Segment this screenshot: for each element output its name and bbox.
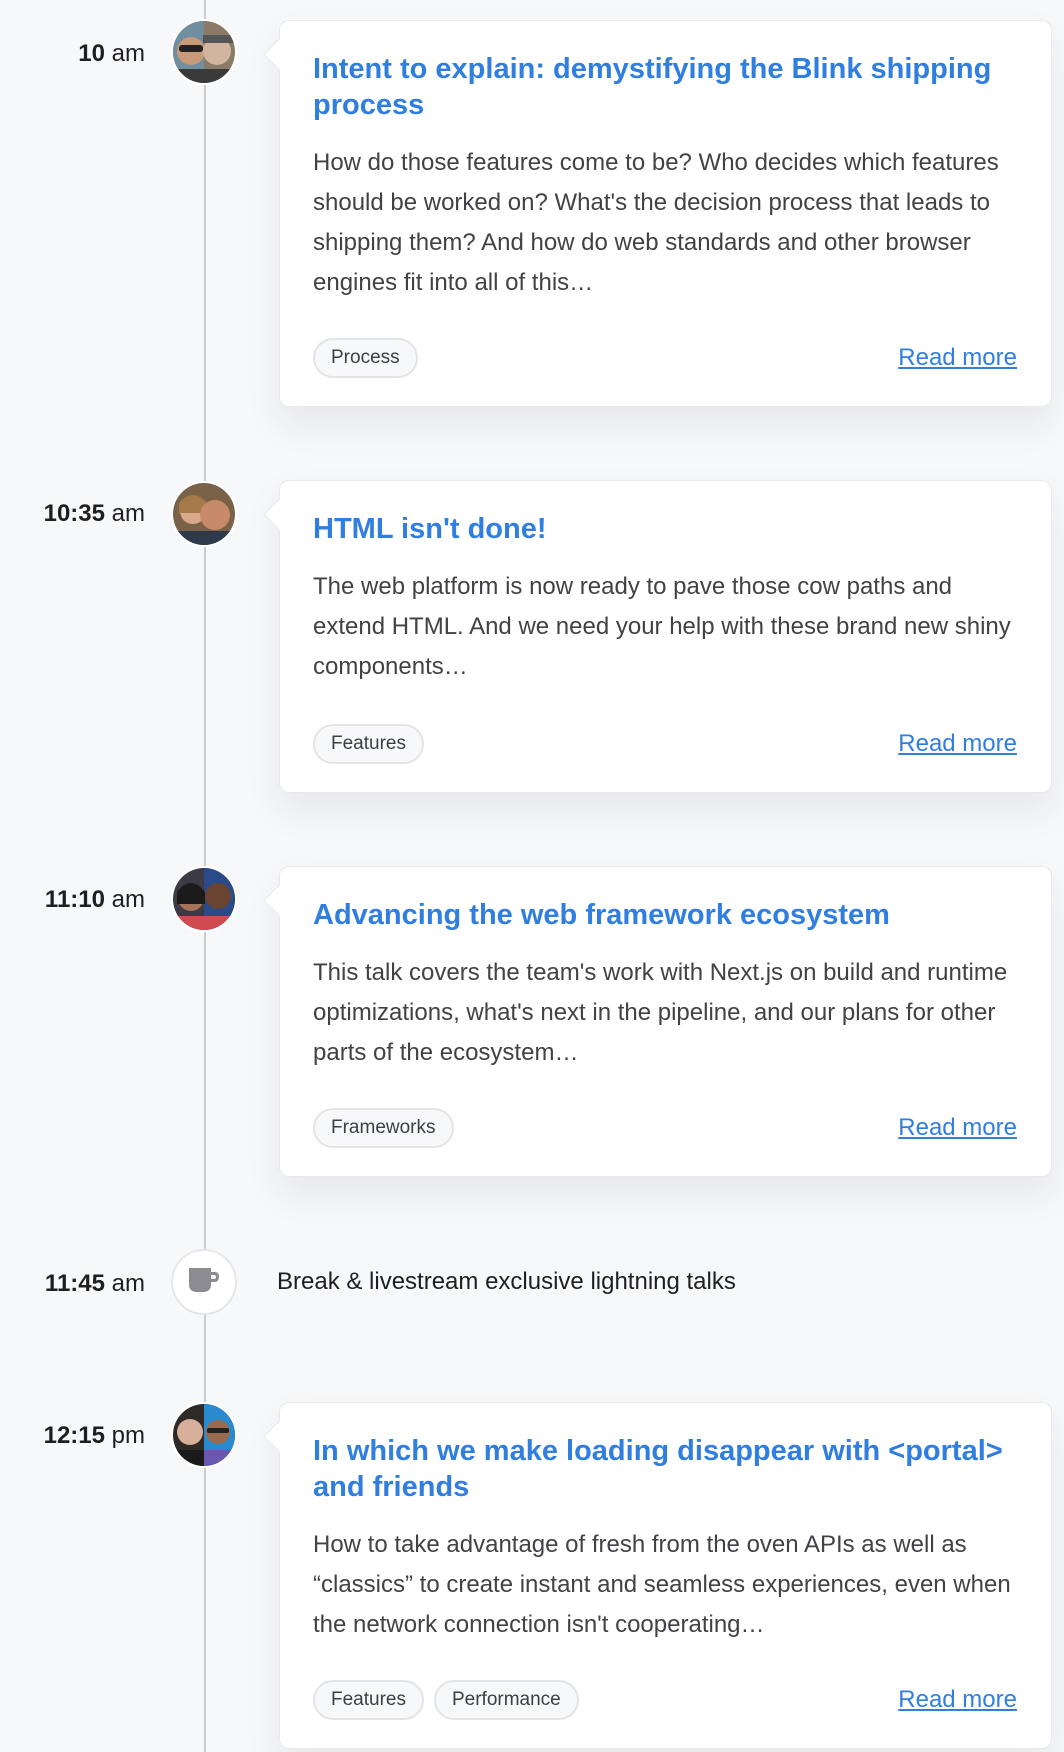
tag[interactable]: Frameworks bbox=[313, 1108, 454, 1148]
break-time: 11:45 am bbox=[44, 1270, 145, 1297]
session-title[interactable]: Intent to explain: demystifying the Blin… bbox=[313, 51, 1017, 123]
session-time: 10:35 am bbox=[43, 500, 145, 527]
session-card: Intent to explain: demystifying the Blin… bbox=[279, 20, 1052, 407]
break-icon-badge bbox=[171, 1249, 237, 1315]
tag[interactable]: Process bbox=[313, 338, 418, 378]
card-footer: Features Read more bbox=[313, 724, 1017, 764]
tag[interactable]: Features bbox=[313, 1680, 424, 1720]
tag-list: Process bbox=[313, 338, 418, 378]
read-more-link[interactable]: Read more bbox=[898, 344, 1017, 372]
tag-list: Frameworks bbox=[313, 1108, 454, 1148]
tag-list: Features Performance bbox=[313, 1680, 579, 1720]
session-description: How do those features come to be? Who de… bbox=[313, 149, 999, 296]
session-title[interactable]: HTML isn't done! bbox=[313, 511, 1017, 547]
speaker-avatar bbox=[171, 19, 237, 85]
session-title[interactable]: Advancing the web framework ecosystem bbox=[313, 897, 1017, 933]
session-card: In which we make loading disappear with … bbox=[279, 1402, 1052, 1749]
speaker-avatar bbox=[171, 866, 237, 932]
session-description: The web platform is now ready to pave th… bbox=[313, 573, 1011, 680]
session-time: 12:15 pm bbox=[43, 1422, 145, 1449]
session-title[interactable]: In which we make loading disappear with … bbox=[313, 1433, 1017, 1505]
read-more-link[interactable]: Read more bbox=[898, 730, 1017, 758]
session-card: Advancing the web framework ecosystem Th… bbox=[279, 866, 1052, 1177]
session-time: 10 am bbox=[78, 40, 145, 67]
read-more-link[interactable]: Read more bbox=[898, 1114, 1017, 1142]
read-more-link[interactable]: Read more bbox=[898, 1686, 1017, 1714]
tag[interactable]: Performance bbox=[433, 1680, 579, 1720]
card-footer: Process Read more bbox=[313, 338, 1017, 378]
card-footer: Frameworks Read more bbox=[313, 1108, 1017, 1148]
session-card: HTML isn't done! The web platform is now… bbox=[279, 480, 1052, 793]
coffee-cup-icon bbox=[187, 1266, 221, 1299]
speaker-avatar bbox=[171, 481, 237, 547]
session-description: This talk covers the team's work with Ne… bbox=[313, 959, 1008, 1066]
session-description: How to take advantage of fresh from the … bbox=[313, 1531, 1011, 1638]
session-time: 11:10 am bbox=[44, 886, 145, 913]
break-label: Break & livestream exclusive lightning t… bbox=[277, 1268, 736, 1295]
tag[interactable]: Features bbox=[313, 724, 424, 764]
card-footer: Features Performance Read more bbox=[313, 1680, 1017, 1720]
speaker-avatar bbox=[171, 1402, 237, 1468]
tag-list: Features bbox=[313, 724, 424, 764]
